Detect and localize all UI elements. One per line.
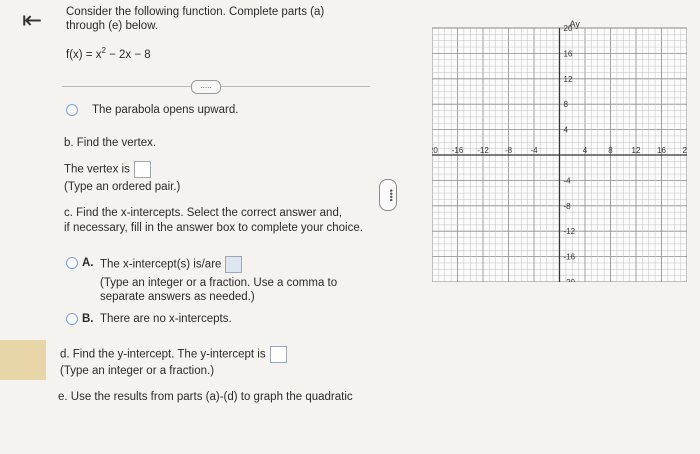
part-d-hint: (Type an integer or a fraction.) [60, 365, 215, 377]
coordinate-grid[interactable]: Ay-20-16-12-8-44812162020161284-4-8-12-1… [432, 20, 687, 282]
function-expression: f(x) = x2 − 2x − 8 [66, 44, 151, 62]
x-tick-label: 12 [632, 146, 641, 155]
y-tick-label: -8 [564, 202, 572, 211]
part-a-radio[interactable] [66, 104, 78, 116]
x-tick-label: 8 [608, 146, 613, 155]
y-tick-label: -4 [564, 176, 572, 185]
y-tick-label: 8 [564, 100, 569, 109]
option-a-line: The x-intercept(s) is/are [100, 256, 243, 273]
option-a-text: The x-intercept(s) is/are [100, 258, 222, 271]
x-tick-label: -12 [477, 146, 489, 155]
y-tick-label: 20 [564, 24, 573, 33]
vertex-label: The vertex is [64, 163, 130, 176]
show-more-button[interactable]: ..... [191, 80, 221, 94]
part-d-line: d. Find the y-intercept. The y-intercept… [60, 346, 287, 363]
y-tick-label: -20 [564, 278, 576, 282]
function-lhs: f(x) = x [66, 48, 102, 61]
problem-intro: Consider the following function. Complet… [66, 6, 325, 32]
option-a-hint-2: separate answers as needed.) [100, 291, 255, 303]
option-b-letter: B. [82, 313, 94, 325]
part-c-prompt-1: c. Find the x-intercepts. Select the cor… [64, 207, 343, 219]
part-b-hint: (Type an ordered pair.) [64, 181, 181, 193]
option-a-letter: A. [82, 257, 94, 269]
back-arrow-icon[interactable]: ⇤ [22, 6, 42, 35]
y-tick-label: -16 [564, 253, 576, 262]
part-e-prompt: e. Use the results from parts (a)-(d) to… [58, 391, 353, 403]
vertex-line: The vertex is [64, 161, 151, 178]
y-tick-label: -12 [564, 227, 576, 236]
x-tick-label: 16 [657, 146, 666, 155]
x-intercept-input[interactable] [225, 256, 243, 273]
y-intercept-input[interactable] [269, 346, 287, 363]
part-c-prompt-2: if necessary, fill in the answer box to … [64, 222, 363, 234]
option-a-radio[interactable] [66, 257, 78, 269]
option-a-hint-1: (Type an integer or a fraction. Use a co… [100, 277, 338, 289]
option-b-text: There are no x-intercepts. [100, 313, 232, 325]
pane-splitter-handle[interactable]: •••• [379, 179, 397, 211]
x-tick-label: -4 [530, 146, 538, 155]
function-rhs: − 2x − 8 [105, 48, 151, 61]
y-tick-label: 12 [564, 75, 573, 84]
part-a-answer: The parabola opens upward. [92, 104, 239, 116]
side-highlight [0, 340, 46, 380]
y-tick-label: 16 [564, 49, 573, 58]
part-d-prompt: d. Find the y-intercept. The y-intercept… [60, 348, 266, 361]
x-tick-label: -8 [505, 146, 513, 155]
part-b-prompt: b. Find the vertex. [64, 137, 157, 149]
x-tick-label: -16 [452, 146, 464, 155]
x-tick-label: -20 [432, 146, 438, 155]
x-tick-label: 20 [683, 146, 687, 155]
vertex-input[interactable] [133, 161, 151, 178]
x-tick-label: 4 [583, 146, 588, 155]
option-b-radio[interactable] [66, 313, 78, 325]
y-tick-label: 4 [564, 126, 569, 135]
